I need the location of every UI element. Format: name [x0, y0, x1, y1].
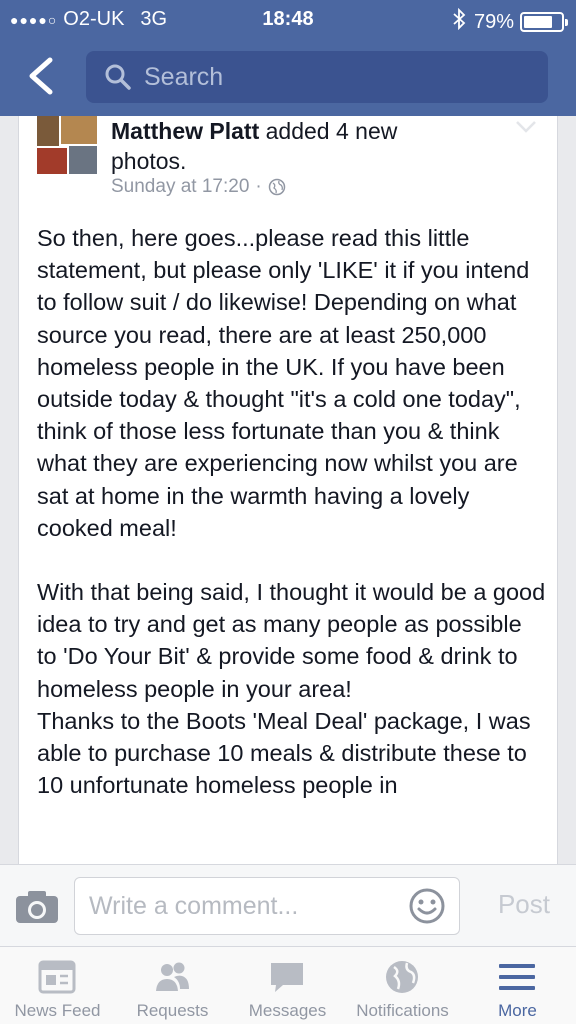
back-button[interactable] — [24, 56, 58, 96]
top-navigation-bar: ●●●●○ O2-UK 3G 18:48 79% Search — [0, 0, 576, 116]
bottom-tab-bar: News Feed Requests Messages Notification… — [0, 946, 576, 1024]
photo-thumbnails[interactable] — [37, 116, 97, 174]
tab-label: Notifications — [356, 1001, 449, 1020]
public-globe-icon — [268, 178, 285, 196]
tab-more[interactable]: More — [460, 947, 575, 1024]
photo-thumbnail[interactable] — [61, 116, 97, 144]
comment-placeholder: Write a comment... — [89, 892, 299, 920]
post-meta: Sunday at 17:20 · — [111, 176, 286, 198]
post-paragraph: With that being said, I thought it would… — [37, 579, 546, 702]
post-header: Matthew Platt added 4 new photos. — [111, 116, 451, 176]
chevron-down-icon[interactable] — [515, 120, 537, 134]
chevron-left-icon — [29, 57, 53, 95]
messages-icon — [271, 963, 303, 992]
notifications-globe-icon — [386, 961, 418, 993]
battery-icon — [520, 12, 568, 32]
photo-thumbnail[interactable] — [69, 146, 97, 174]
tab-label: Requests — [136, 1001, 209, 1020]
news-feed-icon — [38, 960, 76, 994]
status-bar: ●●●●○ O2-UK 3G 18:48 79% — [0, 0, 576, 38]
post-paragraph: So then, here goes...please read this li… — [37, 225, 530, 541]
tab-requests[interactable]: Requests — [115, 947, 230, 1024]
camera-icon[interactable] — [14, 889, 60, 925]
battery-percent: 79% — [473, 10, 514, 33]
tab-messages[interactable]: Messages — [230, 947, 345, 1024]
news-feed-post: Matthew Platt added 4 new photos. Sunday… — [18, 116, 558, 876]
tab-label: More — [498, 1001, 537, 1020]
meta-separator: · — [255, 176, 262, 197]
author-name[interactable]: Matthew Platt — [111, 118, 259, 144]
friend-requests-icon — [156, 962, 189, 991]
tab-label: News Feed — [14, 1001, 101, 1020]
post-paragraph: Thanks to the Boots 'Meal Deal' package,… — [37, 707, 531, 799]
photo-thumbnail[interactable] — [37, 148, 67, 174]
bluetooth-icon — [452, 7, 466, 36]
tab-notifications[interactable]: Notifications — [345, 947, 460, 1024]
comment-input[interactable]: Write a comment... — [74, 877, 460, 935]
search-placeholder: Search — [144, 62, 224, 91]
search-icon — [105, 64, 131, 90]
post-comment-button[interactable]: Post — [498, 889, 550, 920]
search-input[interactable]: Search — [86, 51, 548, 103]
tab-news-feed[interactable]: News Feed — [0, 947, 115, 1024]
emoji-icon[interactable] — [408, 887, 446, 925]
post-timestamp[interactable]: Sunday at 17:20 — [111, 176, 249, 198]
photo-thumbnail[interactable] — [37, 116, 59, 146]
comment-bar: Write a comment... Post — [0, 864, 576, 946]
more-menu-icon — [499, 964, 535, 990]
post-body: So then, here goes...please read this li… — [37, 222, 547, 801]
tab-label: Messages — [248, 1001, 327, 1020]
